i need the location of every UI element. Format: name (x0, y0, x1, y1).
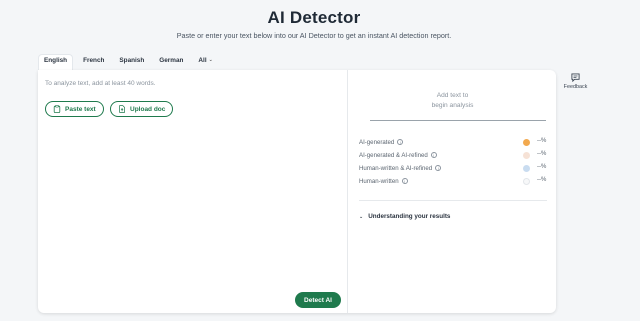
divider (370, 120, 546, 121)
detect-ai-button[interactable]: Detect AI (295, 292, 341, 308)
chat-bubble-icon (571, 73, 580, 82)
divider (359, 200, 547, 201)
info-icon[interactable]: i (397, 139, 404, 145)
tab-german[interactable]: German (154, 54, 188, 70)
tab-english[interactable]: English (38, 54, 74, 70)
tab-french[interactable]: French (78, 54, 109, 70)
legend-dot (523, 152, 530, 159)
result-row-human-written: Human-written i --% (359, 177, 547, 185)
upload-doc-label: Upload doc (130, 105, 166, 113)
chevron-down-icon: ⌄ (208, 57, 213, 63)
upload-doc-button[interactable]: Upload doc (110, 101, 174, 117)
paste-text-label: Paste text (65, 105, 96, 113)
empty-results-message: Add text to begin analysis (431, 92, 474, 109)
result-row-ai-generated-refined: AI-generated & AI-refined i --% (359, 151, 547, 159)
result-value: --% (537, 164, 547, 170)
clipboard-icon (53, 105, 61, 113)
results-panel: Add text to begin analysis AI-generated i… (349, 70, 556, 313)
result-value: --% (537, 177, 547, 183)
result-value: --% (537, 151, 547, 157)
result-row-ai-generated: AI-generated i --% (359, 138, 547, 146)
legend-dot (523, 139, 530, 146)
legend-dot (523, 165, 530, 172)
info-icon[interactable]: i (435, 165, 442, 171)
text-input-placeholder: To analyze text, add at least 40 words. (45, 80, 156, 87)
language-tabs: English French Spanish German All ⌄ (38, 54, 223, 70)
tab-all-languages[interactable]: All ⌄ (193, 54, 217, 70)
info-icon[interactable]: i (401, 178, 408, 184)
text-input-area[interactable]: To analyze text, add at least 40 words. … (38, 70, 348, 313)
page-subtitle: Paste or enter your text below into our … (176, 31, 452, 40)
upload-file-icon (119, 105, 125, 113)
chevron-down-icon: ⌄ (359, 213, 364, 220)
understanding-results-toggle[interactable]: ⌄ Understanding your results (359, 213, 450, 220)
info-icon[interactable]: i (430, 152, 437, 158)
result-value: --% (537, 138, 547, 144)
legend-dot (523, 178, 530, 185)
page-title: AI Detector (267, 8, 361, 27)
result-row-human-written-refined: Human-written & AI-refined i --% (359, 164, 547, 172)
detector-card: To analyze text, add at least 40 words. … (38, 70, 556, 313)
feedback-button[interactable]: Feedback (563, 73, 588, 90)
paste-text-button[interactable]: Paste text (45, 101, 104, 117)
feedback-label: Feedback (563, 84, 588, 90)
tab-spanish[interactable]: Spanish (114, 54, 149, 70)
